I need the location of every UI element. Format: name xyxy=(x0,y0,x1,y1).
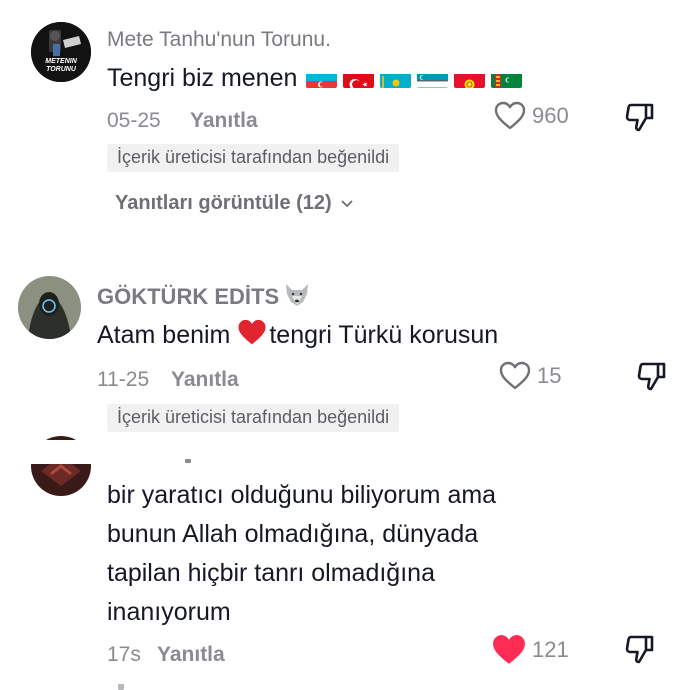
wolf-emoji-icon xyxy=(286,284,309,306)
turkey-flag-icon xyxy=(343,67,375,88)
comment-username[interactable]: Mete Tanhu'nun Torunu. xyxy=(107,28,331,52)
like-button[interactable]: 960 xyxy=(494,101,569,131)
avatar-image xyxy=(18,276,81,339)
thumbs-down-icon xyxy=(637,362,666,391)
comment-line: bunun Allah olmadığına, dünyada xyxy=(107,520,479,548)
dislike-button[interactable] xyxy=(624,101,656,138)
kyrgyzstan-flag-icon xyxy=(454,67,486,88)
view-replies-button[interactable]: Yanıtları görüntüle (12) xyxy=(115,192,354,215)
heart-outline-icon xyxy=(499,361,531,390)
comment-line: inanıyorum xyxy=(107,598,231,626)
comment-date: 05-25 xyxy=(107,109,161,132)
username-fragment xyxy=(185,459,191,463)
like-button[interactable]: 121 xyxy=(492,634,569,666)
dislike-button[interactable] xyxy=(624,633,656,670)
like-button[interactable]: 15 xyxy=(499,361,561,391)
like-count: 15 xyxy=(537,363,562,388)
kazakhstan-flag-icon xyxy=(380,67,412,88)
comment-text: Atam benim tengri Türkü korusun xyxy=(97,315,498,355)
comment-body-start: Atam benim xyxy=(97,321,238,349)
dislike-button[interactable] xyxy=(636,360,668,397)
comment-body-end: tengri Türkü korusun xyxy=(269,321,499,349)
comment-date: 11-25 xyxy=(97,368,150,391)
reply-button[interactable]: Yanıtla xyxy=(171,368,239,392)
comment-username[interactable]: GÖKTÜRK EDİTS xyxy=(97,282,311,310)
avatar[interactable] xyxy=(18,276,81,339)
uzbekistan-flag-icon xyxy=(417,67,449,88)
like-count: 121 xyxy=(532,637,569,662)
creator-liked-badge: İçerik üreticisi tarafından beğenildi xyxy=(107,144,400,172)
red-heart-emoji-icon xyxy=(238,319,266,345)
comment-date: 17s xyxy=(107,643,141,666)
turkmenistan-flag-icon xyxy=(491,67,523,88)
chevron-down-icon xyxy=(341,199,353,207)
comment-body: Tengri biz menen xyxy=(107,64,298,92)
username-text: GÖKTÜRK EDİTS xyxy=(97,284,280,309)
flag-list xyxy=(299,64,528,92)
azerbaijan-flag-icon xyxy=(306,67,338,88)
heart-outline-icon xyxy=(494,101,526,130)
like-count: 960 xyxy=(532,103,569,128)
view-replies-label: Yanıtları görüntüle (12) xyxy=(115,192,332,214)
reply-button[interactable]: Yanıtla xyxy=(157,643,225,667)
top-cutoff-mask xyxy=(0,440,690,464)
avatar[interactable]: METENIN TORUNU xyxy=(31,22,91,82)
next-comment-fragment xyxy=(118,684,124,690)
comment-line: tapilan hiçbir tanrı olmadığına xyxy=(107,559,435,587)
thumbs-down-icon xyxy=(625,103,654,132)
heart-filled-icon xyxy=(493,635,525,664)
thumbs-down-icon xyxy=(625,635,654,664)
avatar-label: METENIN TORUNU xyxy=(45,58,77,73)
comment-line: bir yaratıcı olduğunu biliyorum ama xyxy=(107,481,497,509)
creator-liked-badge: İçerik üreticisi tarafından beğenildi xyxy=(107,404,400,432)
comment-text: bir yaratıcı olduğunu biliyorum ama bunu… xyxy=(107,476,547,632)
reply-button[interactable]: Yanıtla xyxy=(190,109,258,133)
comment-text: Tengri biz menen xyxy=(107,58,528,98)
